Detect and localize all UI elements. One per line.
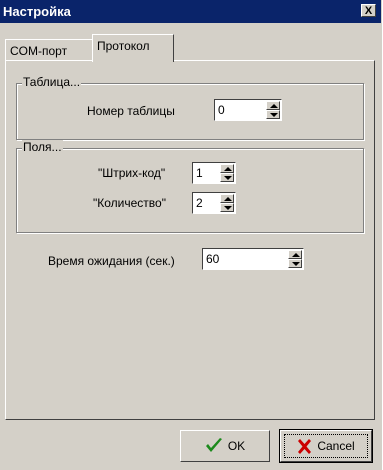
barcode-down-button[interactable] (220, 173, 234, 182)
quantity-spinner[interactable]: 2 (192, 192, 236, 214)
barcode-spinner[interactable]: 1 (192, 162, 236, 184)
table-number-label: Номер таблицы (87, 104, 175, 118)
table-number-value: 0 (218, 103, 225, 117)
quantity-down-button[interactable] (220, 203, 234, 212)
table-number-arrows (265, 101, 280, 119)
barcode-label: "Штрих-код" (98, 166, 166, 180)
cancel-button[interactable]: Cancel (279, 429, 373, 463)
fields-groupbox: Поля... "Штрих-код" 1 "Количество" 2 (16, 140, 364, 233)
ok-button-content: OK (181, 431, 269, 461)
fields-group-legend: Поля... (22, 140, 63, 154)
ok-button[interactable]: OK (180, 430, 270, 462)
table-group-legend: Таблица... (22, 75, 82, 89)
protocol-tab-panel: Таблица... Номер таблицы 0 Поля... "Штри… (5, 60, 375, 420)
checkmark-icon (205, 438, 222, 452)
cross-icon (298, 438, 312, 454)
tab-com-port-label: COM-порт (10, 44, 68, 58)
timeout-arrows (287, 250, 302, 268)
arrow-up-icon (292, 253, 300, 257)
timeout-value: 60 (206, 252, 220, 266)
barcode-value: 1 (196, 166, 203, 180)
table-number-down-button[interactable] (266, 110, 280, 119)
timeout-spinner[interactable]: 60 (202, 248, 304, 270)
table-groupbox: Таблица... Номер таблицы 0 (16, 75, 364, 140)
cancel-button-content: Cancel (284, 434, 368, 458)
tab-com-port[interactable]: COM-порт (5, 39, 93, 61)
settings-dialog: Настройка X COM-порт Протокол Таблица...… (0, 0, 383, 470)
timeout-label: Время ожидания (сек.) (48, 254, 175, 268)
timeout-down-button[interactable] (288, 259, 302, 268)
arrow-down-icon (292, 262, 300, 266)
window-title: Настройка (3, 4, 71, 19)
ok-button-label: OK (227, 439, 246, 453)
quantity-value: 2 (196, 196, 203, 210)
arrow-down-icon (224, 176, 232, 180)
arrow-up-icon (224, 197, 232, 201)
barcode-up-button[interactable] (220, 164, 234, 173)
table-number-spinner[interactable]: 0 (214, 99, 282, 121)
arrow-down-icon (270, 113, 278, 117)
tab-protocol-label: Протокол (97, 39, 150, 53)
arrow-up-icon (270, 104, 278, 108)
close-icon: X (364, 5, 373, 17)
barcode-arrows (219, 164, 234, 182)
title-bar: Настройка X (0, 0, 381, 23)
quantity-label: "Количество" (93, 196, 166, 210)
quantity-arrows (219, 194, 234, 212)
table-number-up-button[interactable] (266, 101, 280, 110)
quantity-up-button[interactable] (220, 194, 234, 203)
timeout-up-button[interactable] (288, 250, 302, 259)
close-button[interactable]: X (361, 4, 376, 17)
tab-protocol[interactable]: Протокол (92, 34, 174, 62)
arrow-up-icon (224, 167, 232, 171)
cancel-button-label: Cancel (317, 439, 355, 453)
arrow-down-icon (224, 206, 232, 210)
